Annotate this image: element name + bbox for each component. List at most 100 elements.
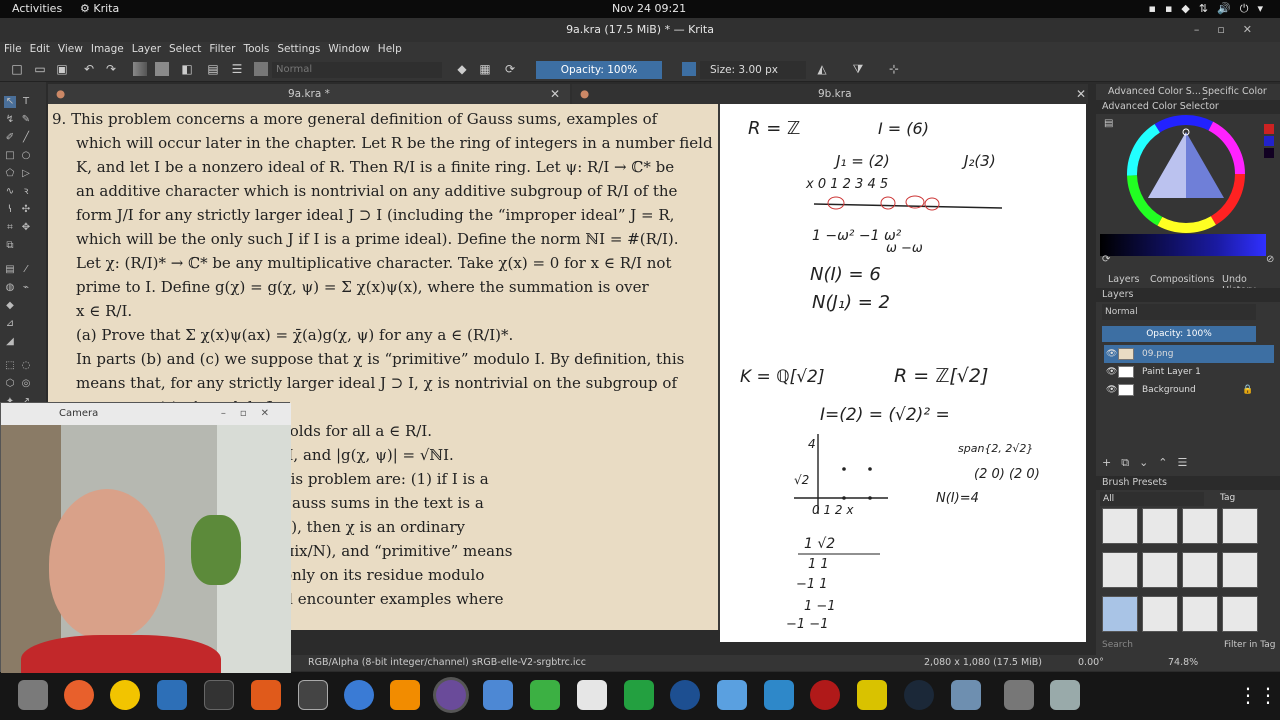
polyline-tool-icon[interactable]: ▷ bbox=[20, 168, 32, 180]
activities-button[interactable]: Activities bbox=[12, 2, 62, 15]
rectangle-tool-icon[interactable]: □ bbox=[4, 150, 16, 162]
layer-opacity-slider[interactable]: Opacity: 100% bbox=[1102, 326, 1256, 342]
layer-row[interactable]: 👁 Background 🔒 bbox=[1104, 381, 1274, 399]
smart-patch-tool-icon[interactable]: ⌁ bbox=[20, 282, 32, 294]
multibrush-tool-icon[interactable]: ✣ bbox=[20, 204, 32, 216]
eraser-icon[interactable]: ◆ bbox=[455, 62, 469, 76]
polygon-tool-icon[interactable]: ⬠ bbox=[4, 168, 16, 180]
current-brush-icon[interactable] bbox=[254, 62, 268, 76]
cherry-icon[interactable] bbox=[810, 680, 840, 710]
tag-filter[interactable]: Tag bbox=[1220, 493, 1235, 503]
transform-tool-icon[interactable]: ⧉ bbox=[4, 240, 16, 252]
canvas-9b[interactable]: R = ℤ I = (6) J₁ = (2) J₂(3) x 0 1 2 3 4… bbox=[720, 104, 1086, 642]
menu-layer[interactable]: Layer bbox=[128, 42, 165, 56]
color-picker-tool-icon[interactable]: ⁄ bbox=[20, 264, 32, 276]
steam-icon[interactable] bbox=[904, 680, 934, 710]
layer-actions[interactable]: +⧉⌄⌃☰ bbox=[1102, 456, 1274, 470]
assistant-tool-icon[interactable]: ⊿ bbox=[4, 318, 16, 330]
crop-tool-icon[interactable]: ⌗ bbox=[4, 222, 16, 234]
settings-icon[interactable] bbox=[951, 680, 981, 710]
close-tab-icon[interactable]: ✕ bbox=[1076, 84, 1086, 104]
rect-select-tool-icon[interactable]: ⬚ bbox=[4, 360, 16, 372]
brush-filter-select[interactable]: All bbox=[1100, 492, 1204, 506]
brush-preset[interactable] bbox=[1102, 508, 1138, 544]
brush-preset[interactable] bbox=[1182, 552, 1218, 588]
brush-preset[interactable] bbox=[1102, 552, 1138, 588]
trash-icon[interactable] bbox=[1050, 680, 1080, 710]
menu-select[interactable]: Select bbox=[165, 42, 205, 56]
money-icon[interactable] bbox=[530, 680, 560, 710]
app-icon[interactable] bbox=[764, 680, 794, 710]
new-document-icon[interactable]: □ bbox=[10, 62, 24, 76]
close-tab-icon[interactable]: ✕ bbox=[550, 84, 560, 104]
thunderbird-icon[interactable] bbox=[670, 680, 700, 710]
software-icon[interactable] bbox=[251, 680, 281, 710]
unknown-icon[interactable] bbox=[1004, 680, 1034, 710]
flow-swatch[interactable] bbox=[682, 62, 696, 76]
brush-preset[interactable] bbox=[1182, 508, 1218, 544]
brush-preset[interactable] bbox=[1222, 596, 1258, 632]
mirror-vertical-icon[interactable]: ⧩ bbox=[851, 62, 865, 76]
menu-window[interactable]: Window bbox=[324, 42, 373, 56]
color-swap-icon[interactable]: ◧ bbox=[180, 62, 194, 76]
rhythmbox-icon[interactable] bbox=[110, 680, 140, 710]
dynamic-brush-tool-icon[interactable]: ꝇ bbox=[4, 204, 16, 216]
rotation-value[interactable]: 0.00° bbox=[1078, 657, 1104, 668]
reference-tool-icon[interactable]: ◢ bbox=[4, 336, 16, 348]
save-icon[interactable]: ▣ bbox=[55, 62, 69, 76]
fill-tool-icon[interactable]: ◆ bbox=[4, 300, 16, 312]
bezier-tool-icon[interactable]: ∿ bbox=[4, 186, 16, 198]
ellipse-select-tool-icon[interactable]: ◌ bbox=[20, 360, 32, 372]
vlc-icon[interactable] bbox=[390, 680, 420, 710]
app-grid-icon[interactable]: ⋮⋮ bbox=[1238, 680, 1278, 710]
move-tool-icon[interactable]: ✥ bbox=[20, 222, 32, 234]
edit-shapes-tool-icon[interactable]: ↯ bbox=[4, 114, 16, 126]
color-wheel[interactable] bbox=[1126, 114, 1246, 234]
size-slider[interactable]: Size: 3.00 px bbox=[700, 61, 806, 79]
terminal-icon[interactable] bbox=[204, 680, 234, 710]
layer-row[interactable]: 👁 Paint Layer 1 bbox=[1104, 363, 1274, 381]
tab-9b[interactable]: ● 9b.kra ✕ bbox=[572, 84, 1088, 104]
color-history-strip[interactable] bbox=[1100, 234, 1266, 256]
krita-icon[interactable] bbox=[436, 680, 466, 710]
brush-preset-selected[interactable] bbox=[1102, 596, 1138, 632]
window-controls[interactable]: –▫✕ bbox=[1194, 18, 1270, 42]
lock-icon[interactable]: 🔒 bbox=[1242, 381, 1253, 399]
filter-in-tag-checkbox[interactable]: Filter in Tag bbox=[1224, 640, 1275, 650]
menu-filter[interactable]: Filter bbox=[205, 42, 239, 56]
fg-swatch-dark[interactable] bbox=[1264, 148, 1274, 158]
brush-search-input[interactable]: Search bbox=[1102, 640, 1133, 650]
visibility-icon[interactable]: 👁 bbox=[1106, 363, 1117, 381]
kdenlive-icon[interactable] bbox=[717, 680, 747, 710]
freehand-path-tool-icon[interactable]: ꝛ bbox=[20, 186, 32, 198]
firefox-icon[interactable] bbox=[64, 680, 94, 710]
color-selector-config-icon[interactable]: ▤ bbox=[1104, 118, 1113, 129]
puzzle-icon[interactable] bbox=[857, 680, 887, 710]
colorize-mask-tool-icon[interactable]: ◍ bbox=[4, 282, 16, 294]
menu-view[interactable]: View bbox=[54, 42, 87, 56]
opacity-slider[interactable]: Opacity: 100% bbox=[536, 61, 662, 79]
clear-history-icon[interactable]: ⊘ bbox=[1266, 254, 1274, 265]
freehand-select-tool-icon[interactable]: ◎ bbox=[20, 378, 32, 390]
reload-preset-icon[interactable]: ⟳ bbox=[503, 62, 517, 76]
solitaire-icon[interactable] bbox=[577, 680, 607, 710]
wrap-around-icon[interactable]: ⊹ bbox=[887, 62, 901, 76]
brush-preset[interactable] bbox=[1222, 552, 1258, 588]
select-shape-tool-icon[interactable]: ↖ bbox=[4, 96, 16, 108]
undo-icon[interactable]: ↶ bbox=[82, 62, 96, 76]
brush-preset[interactable] bbox=[1222, 508, 1258, 544]
tab-advanced-color[interactable]: Advanced Color S... bbox=[1108, 86, 1201, 97]
layer-blend-select[interactable]: Normal bbox=[1102, 304, 1256, 320]
tab-compositions[interactable]: Compositions bbox=[1150, 274, 1214, 285]
redo-icon[interactable]: ↷ bbox=[104, 62, 118, 76]
edit-brush-icon[interactable]: ▤ bbox=[206, 62, 220, 76]
refresh-icon[interactable]: ⟳ bbox=[1102, 254, 1110, 265]
menu-tools[interactable]: Tools bbox=[239, 42, 273, 56]
menu-edit[interactable]: Edit bbox=[26, 42, 54, 56]
line-tool-icon[interactable]: ╱ bbox=[20, 132, 32, 144]
camera-window[interactable]: Camera –▫✕ bbox=[0, 402, 291, 673]
blend-mode-select[interactable]: Normal bbox=[272, 62, 442, 78]
alpha-lock-icon[interactable]: ▦ bbox=[478, 62, 492, 76]
layer-row[interactable]: 👁 09.png bbox=[1104, 345, 1274, 363]
text-tool-icon[interactable]: T bbox=[20, 96, 32, 108]
